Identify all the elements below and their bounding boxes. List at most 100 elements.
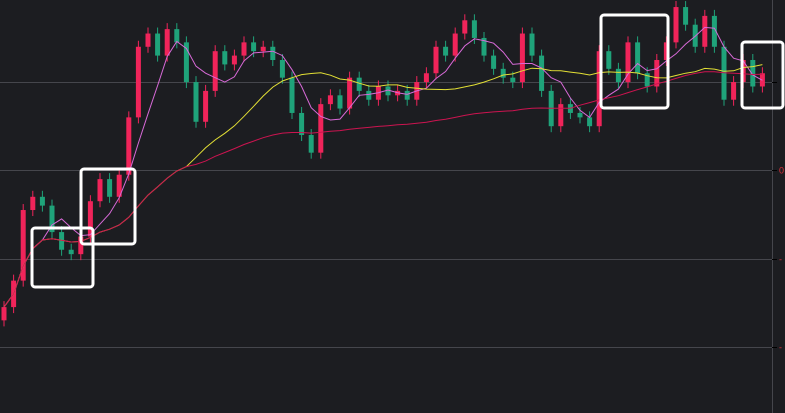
candle xyxy=(260,40,266,58)
candle-body xyxy=(635,42,641,74)
candle xyxy=(107,173,113,203)
candle-body xyxy=(510,77,516,83)
candle-body xyxy=(145,33,151,47)
candle-body xyxy=(654,60,660,87)
candle xyxy=(366,84,372,106)
candle-body xyxy=(673,7,679,43)
candle-body xyxy=(97,179,103,202)
candle-body xyxy=(318,104,324,153)
moving-average-ma5 xyxy=(3,26,763,308)
candle-body xyxy=(347,77,353,109)
candle-body xyxy=(491,55,497,69)
candle xyxy=(558,98,564,133)
candle-body xyxy=(289,77,295,113)
candle xyxy=(203,84,209,128)
candle xyxy=(337,89,343,115)
candle-body xyxy=(164,29,170,56)
candle xyxy=(155,27,161,62)
candle-body xyxy=(587,117,593,127)
candle xyxy=(539,49,545,97)
candle-body xyxy=(231,55,237,65)
candle-body xyxy=(203,90,209,122)
candle-body xyxy=(155,33,161,56)
candle-body xyxy=(30,196,36,211)
candle-body xyxy=(135,46,141,118)
candle-body xyxy=(279,60,285,78)
candle-body xyxy=(702,15,708,47)
candle xyxy=(683,1,689,31)
candle xyxy=(39,190,45,212)
candle xyxy=(212,45,218,97)
candle xyxy=(241,36,247,62)
candle xyxy=(356,71,362,97)
candle-body xyxy=(519,33,525,83)
candle xyxy=(481,31,487,62)
moving-averages xyxy=(3,26,763,308)
candle xyxy=(500,62,506,84)
candle xyxy=(654,54,660,93)
candle-body xyxy=(558,104,564,127)
candle xyxy=(97,173,103,208)
candle xyxy=(20,204,26,287)
y-tick-label: 0 xyxy=(779,166,784,176)
candle-body xyxy=(337,95,343,109)
candle-body xyxy=(423,73,429,83)
candle xyxy=(519,27,525,89)
candle-body xyxy=(327,95,333,105)
candle-body xyxy=(126,117,132,175)
y-axis-labels: 0 - - xyxy=(772,82,784,353)
candle xyxy=(529,27,535,62)
candle-body xyxy=(212,51,218,91)
candle xyxy=(183,36,189,89)
candlestick-chart: 0 - - xyxy=(0,0,785,413)
candle xyxy=(193,76,199,128)
candle-body xyxy=(39,196,45,206)
candle xyxy=(625,36,631,89)
candle xyxy=(433,40,439,80)
candle-body xyxy=(222,51,228,65)
y-tick-label: - xyxy=(779,255,782,265)
candle-body xyxy=(404,90,410,100)
candle xyxy=(145,27,151,53)
candle-body xyxy=(251,42,257,52)
candle-body xyxy=(452,33,458,56)
candle xyxy=(577,106,583,124)
candle-body xyxy=(174,29,180,43)
candle xyxy=(702,9,708,53)
candle-body xyxy=(683,7,689,25)
candle xyxy=(615,62,621,89)
candle-body xyxy=(299,112,305,136)
candle-body xyxy=(539,55,545,91)
candle-body xyxy=(443,46,449,56)
candle-body xyxy=(68,249,74,255)
candle xyxy=(491,49,497,75)
candle-body xyxy=(260,46,266,52)
candle-body xyxy=(193,82,199,122)
candle xyxy=(49,199,55,239)
candle xyxy=(231,49,237,71)
candle-body xyxy=(500,68,506,78)
candle-body xyxy=(462,20,468,34)
candle-body xyxy=(577,112,583,118)
candle-body xyxy=(270,46,276,61)
candle xyxy=(423,67,429,89)
candle xyxy=(606,45,612,75)
candle-body xyxy=(433,46,439,74)
candle xyxy=(731,76,737,106)
y-tick-label: - xyxy=(779,343,782,353)
candle-body xyxy=(107,179,113,197)
candle-body xyxy=(1,307,7,321)
candle xyxy=(299,106,305,142)
candle xyxy=(68,243,74,261)
candle xyxy=(30,190,36,217)
candle-body xyxy=(529,33,535,56)
candle xyxy=(318,98,324,159)
gridlines xyxy=(0,82,772,348)
candle-body xyxy=(731,82,737,100)
candle xyxy=(222,45,228,71)
candle-body xyxy=(471,20,477,38)
candle xyxy=(673,1,679,49)
candle-body xyxy=(356,77,362,91)
candle-body xyxy=(615,68,621,83)
candle xyxy=(443,40,449,62)
